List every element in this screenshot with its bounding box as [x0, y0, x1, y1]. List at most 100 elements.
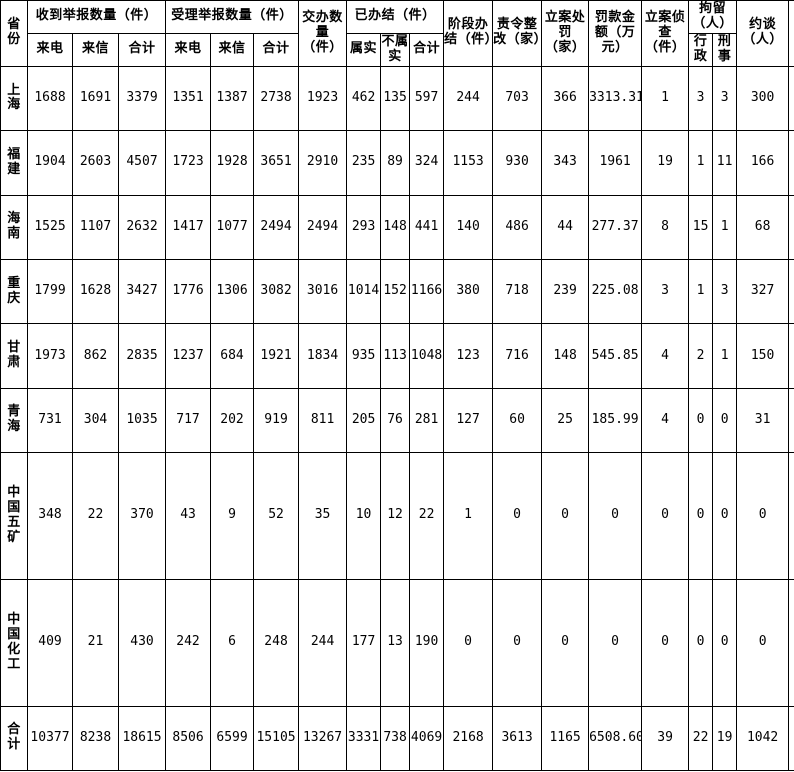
cell-value: 0 — [641, 578, 690, 707]
cell-value: 703 — [492, 65, 543, 132]
cell-value: 2168 — [443, 705, 494, 771]
cell-value: 113 — [380, 323, 411, 389]
cell-value: 1 — [688, 130, 714, 196]
cell-value: 1776 — [165, 258, 212, 325]
cell-value: 718 — [492, 258, 543, 325]
cell-value: 1306 — [210, 258, 255, 325]
header-accepted-letter: 来信 — [210, 32, 255, 67]
cell-value: 11 — [712, 130, 738, 196]
header-closed-false: 不属实 — [380, 32, 411, 67]
row-province-name: 重庆 — [0, 258, 28, 325]
cell-value: 1688 — [27, 65, 73, 132]
cell-value: 19 — [641, 130, 690, 196]
cell-value: 0 — [541, 578, 590, 707]
cell-value: 304 — [72, 387, 119, 454]
cell-value: 1351 — [165, 65, 212, 132]
header-group-detention: 拘留（人） — [688, 0, 738, 34]
cell-value: 430 — [117, 578, 167, 707]
header-fine-amount: 罚款金额（万元） — [588, 0, 643, 67]
cell-value: 123 — [443, 323, 494, 389]
cell-value: 12 — [380, 452, 411, 580]
cell-value: 300 — [736, 65, 790, 132]
table-row: 甘肃 1973 862 2835 1237 684 1921 1834 935 113 1048 12… — [0, 323, 794, 389]
cell-value: 8 — [641, 194, 690, 260]
cell-value: 239 — [541, 258, 590, 325]
cell-value: 0 — [736, 452, 790, 580]
cell-value: 716 — [492, 323, 543, 389]
cell-value: 4 — [641, 323, 690, 389]
cell-value: 1904 — [27, 130, 73, 196]
cell-value: 366 — [541, 65, 590, 132]
cell-value: 3 — [641, 258, 690, 325]
cell-value: 1237 — [165, 323, 212, 389]
cell-value: 22 — [72, 452, 119, 580]
cell-value: 935 — [346, 323, 382, 389]
cell-value: 597 — [409, 65, 445, 132]
header-case-investigate: 立案侦查（件） — [641, 0, 690, 67]
cell-value: 0 — [641, 452, 690, 580]
cell-value: 1923 — [298, 65, 348, 132]
cell-value: 5 — [788, 65, 794, 132]
cell-value: 0 — [688, 578, 714, 707]
cell-value: 1 — [712, 194, 738, 260]
cell-value: 22 — [688, 705, 714, 771]
cell-value: 0 — [492, 578, 543, 707]
cell-value: 140 — [443, 194, 494, 260]
cell-value: 919 — [253, 387, 300, 454]
cell-value: 1 — [641, 65, 690, 132]
cell-value: 0 — [588, 578, 643, 707]
header-group-closed: 已办结（件） — [346, 0, 445, 34]
cell-value: 0 — [492, 452, 543, 580]
cell-value: 4069 — [409, 705, 445, 771]
cell-value: 1 — [443, 452, 494, 580]
cell-value: 409 — [27, 578, 73, 707]
table-row: 福建 1904 2603 4507 1723 1928 3651 2910 235 89 324 11… — [0, 130, 794, 196]
cell-value: 52 — [253, 452, 300, 580]
cell-value: 0 — [588, 452, 643, 580]
cell-value: 2494 — [253, 194, 300, 260]
cell-value: 8506 — [165, 705, 212, 771]
cell-value: 2603 — [72, 130, 119, 196]
cell-value: 324 — [409, 130, 445, 196]
cell-value: 177 — [346, 578, 382, 707]
cell-value: 1928 — [210, 130, 255, 196]
cell-value: 1834 — [298, 323, 348, 389]
cell-value: 3 — [688, 65, 714, 132]
header-received-subtotal: 合计 — [117, 32, 167, 67]
cell-value: 1921 — [253, 323, 300, 389]
header-assigned-count: 交办数量（件） — [298, 0, 348, 67]
cell-value: 44 — [541, 194, 590, 260]
table-total-row: 合计 10377 8238 18615 8506 6599 15105 13267 3331 73… — [0, 705, 794, 771]
cell-value: 35 — [298, 452, 348, 580]
header-stage-closed: 阶段办结（件） — [443, 0, 494, 67]
cell-value: 3427 — [117, 258, 167, 325]
cell-value: 21 — [72, 578, 119, 707]
header-group-received: 收到举报数量（件） — [26, 0, 167, 34]
cell-value: 1014 — [346, 258, 382, 325]
cell-value: 2835 — [117, 323, 167, 389]
table-header: 省份 收到举报数量（件） 受理举报数量（件） 交办数量（件） 已办结（件） 阶段… — [0, 0, 794, 67]
cell-value: 1 — [788, 194, 794, 260]
row-province-name: 青海 — [0, 387, 28, 454]
cell-value: 3 — [712, 258, 738, 325]
header-accountability: 问责（人） — [788, 0, 794, 67]
cell-value: 0 — [541, 452, 590, 580]
cell-value: 150 — [736, 323, 790, 389]
cell-value: 60 — [492, 387, 543, 454]
cell-value: 15 — [688, 194, 714, 260]
header-province: 省份 — [0, 0, 28, 67]
cell-value: 135 — [380, 65, 411, 132]
cell-value: 11 — [788, 130, 794, 196]
cell-value: 348 — [27, 452, 73, 580]
cell-value: 166 — [736, 130, 790, 196]
cell-value: 0 — [688, 387, 714, 454]
cell-value: 10 — [346, 452, 382, 580]
cell-value: 242 — [165, 578, 212, 707]
cell-value: 18615 — [117, 705, 167, 771]
cell-value: 545.85 — [588, 323, 643, 389]
cell-value: 1799 — [27, 258, 73, 325]
cell-value: 89 — [380, 130, 411, 196]
cell-value: 19 — [712, 705, 738, 771]
cell-value: 1387 — [210, 65, 255, 132]
cell-value: 1691 — [72, 65, 119, 132]
